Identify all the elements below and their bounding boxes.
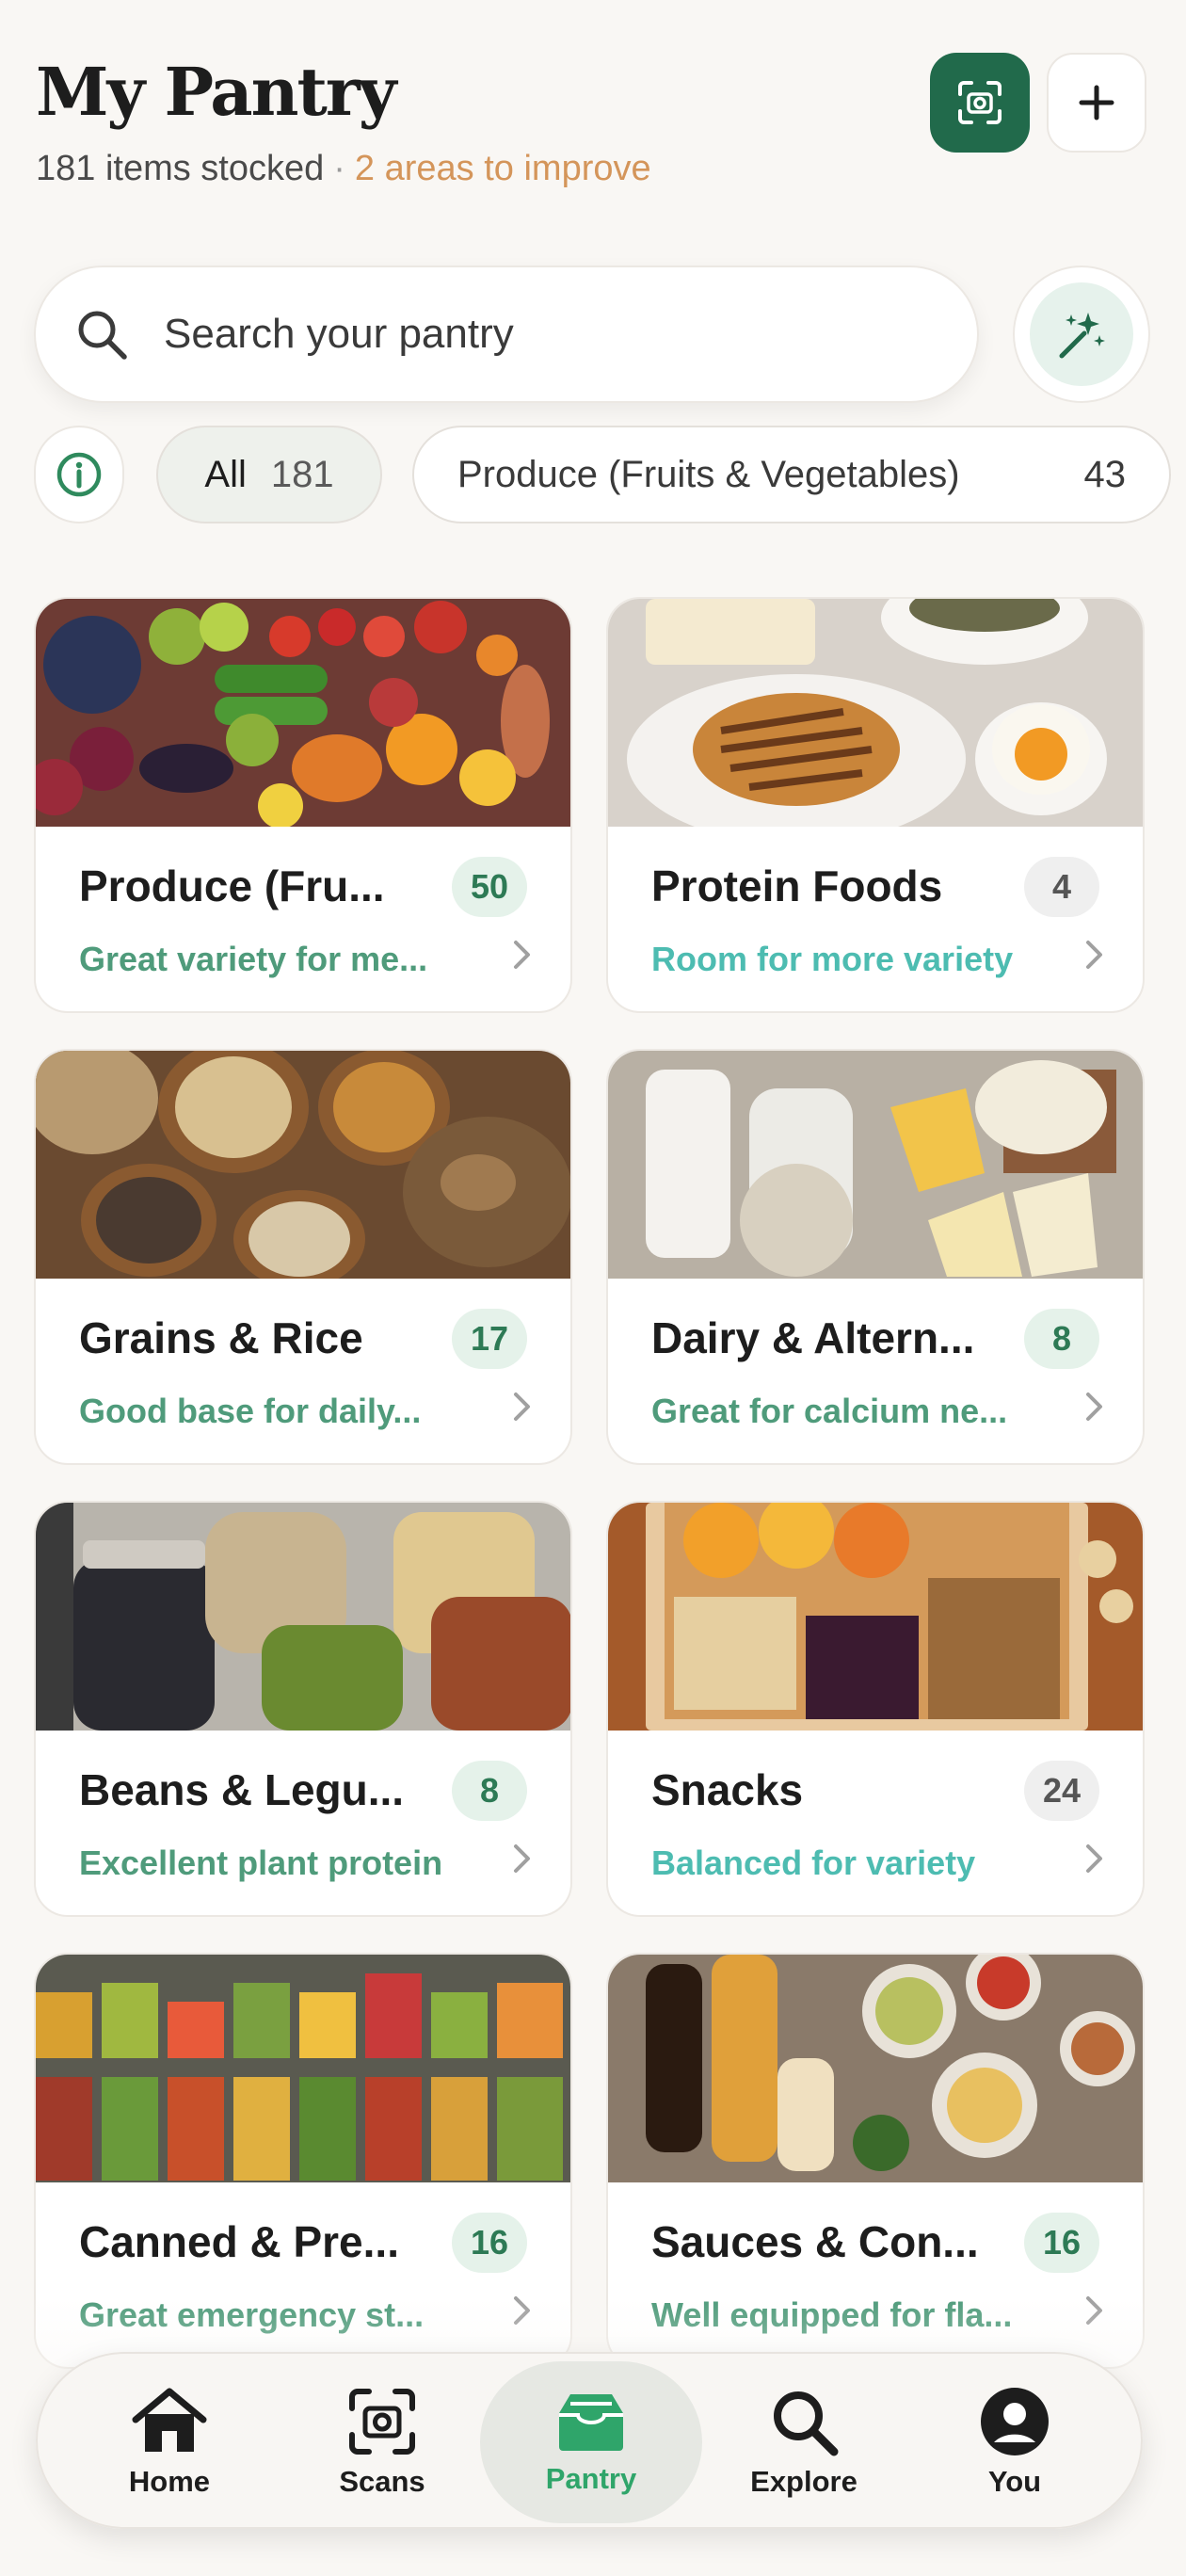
scan-button[interactable] [930, 53, 1030, 153]
category-count-badge: 17 [452, 1309, 527, 1369]
category-image [36, 1955, 570, 2182]
category-card[interactable]: Dairy & Altern... 8 Great for calcium ne..… [606, 1049, 1145, 1465]
category-image [36, 1503, 570, 1731]
bottom-tab-bar: Home Scans Pantry Explore You [36, 2352, 1143, 2529]
chevron-right-icon [512, 1842, 533, 1884]
category-count-badge: 4 [1024, 857, 1099, 917]
chevron-right-icon [1084, 938, 1105, 980]
pantry-icon [559, 2394, 623, 2451]
summary-separator: · [333, 149, 345, 188]
filter-chip-all[interactable]: All 181 [156, 426, 382, 523]
category-count-badge: 16 [1024, 2213, 1099, 2273]
category-name: Produce (Fru... [79, 861, 385, 910]
pantry-summary: 181 items stocked · 2 areas to improve [36, 149, 651, 189]
category-name: Sauces & Con... [651, 2217, 979, 2266]
scan-icon [349, 2389, 415, 2455]
filter-chip-count: 181 [270, 453, 334, 495]
filter-chip-label: Produce (Fruits & Vegetables) [457, 453, 960, 495]
category-image [608, 1503, 1143, 1731]
page-header: My Pantry 181 items stocked · 2 areas to i… [36, 53, 1150, 213]
category-count-badge: 8 [1024, 1309, 1099, 1369]
tab-you[interactable]: You [904, 2361, 1126, 2523]
page-title: My Pantry [36, 53, 396, 131]
plus-icon [1079, 85, 1114, 121]
magic-wand-icon [1059, 313, 1105, 359]
category-note: Excellent plant protein [79, 1843, 443, 1882]
category-note: Great variety for me... [79, 940, 428, 978]
filter-chip-count: 43 [1083, 453, 1127, 495]
category-image [608, 1051, 1143, 1279]
items-stocked-text: 181 items stocked [36, 149, 325, 188]
smart-suggest-inner [1030, 282, 1133, 386]
chevron-right-icon [512, 938, 533, 980]
category-image [36, 599, 570, 827]
category-name: Dairy & Altern... [651, 1313, 975, 1362]
search-input[interactable]: Search your pantry [164, 311, 514, 358]
category-name: Beans & Legu... [79, 1765, 405, 1814]
home-icon [132, 2388, 207, 2452]
category-count-badge: 24 [1024, 1761, 1099, 1821]
category-note: Good base for daily... [79, 1392, 422, 1430]
info-button[interactable] [34, 426, 124, 523]
filter-chip-label: All [204, 453, 247, 495]
profile-icon [981, 2388, 1049, 2455]
category-image [608, 1955, 1143, 2182]
chevron-right-icon [1084, 1842, 1105, 1884]
search-icon [78, 311, 127, 360]
tab-home[interactable]: Home [58, 2361, 280, 2523]
category-card[interactable]: Beans & Legu... 8 Excellent plant protein [34, 1501, 572, 1917]
category-count-badge: 50 [452, 857, 527, 917]
category-note: Room for more variety [651, 940, 1014, 978]
category-count-badge: 16 [452, 2213, 527, 2273]
category-image [36, 1051, 570, 1279]
search-bar[interactable]: Search your pantry [34, 266, 979, 403]
category-name: Grains & Rice [79, 1313, 363, 1362]
add-item-button[interactable] [1047, 53, 1146, 153]
tab-label: Home [128, 2465, 211, 2498]
category-name: Protein Foods [651, 861, 943, 910]
tab-scans[interactable]: Scans [271, 2361, 493, 2523]
category-card[interactable]: Produce (Fru... 50 Great variety for me... [34, 597, 572, 1013]
smart-suggest-button[interactable] [1013, 266, 1150, 403]
scan-icon [958, 81, 1002, 124]
tab-explore[interactable]: Explore [693, 2361, 915, 2523]
tab-pantry[interactable]: Pantry [480, 2361, 702, 2523]
category-card[interactable]: Grains & Rice 17 Good base for daily... [34, 1049, 572, 1465]
tab-label: You [987, 2465, 1042, 2498]
category-image [608, 599, 1143, 827]
tab-label: Pantry [545, 2462, 637, 2495]
category-count-badge: 8 [452, 1761, 527, 1821]
tab-label: Explore [750, 2465, 857, 2498]
category-note: Balanced for variety [651, 1843, 976, 1882]
tab-label: Scans [339, 2465, 425, 2498]
category-card[interactable]: Protein Foods 4 Room for more variety [606, 597, 1145, 1013]
info-icon [56, 452, 102, 497]
chevron-right-icon [1084, 1390, 1105, 1432]
filter-chip-produce[interactable]: Produce (Fruits & Vegetables) 43 [412, 426, 1171, 523]
category-name: Snacks [651, 1765, 804, 1814]
category-name: Canned & Pre... [79, 2217, 399, 2266]
search-icon [774, 2391, 839, 2456]
category-note: Great for calcium ne... [651, 1392, 1008, 1430]
category-card[interactable]: Snacks 24 Balanced for variety [606, 1501, 1145, 1917]
chevron-right-icon [512, 1390, 533, 1432]
areas-to-improve-link[interactable]: 2 areas to improve [355, 149, 651, 188]
